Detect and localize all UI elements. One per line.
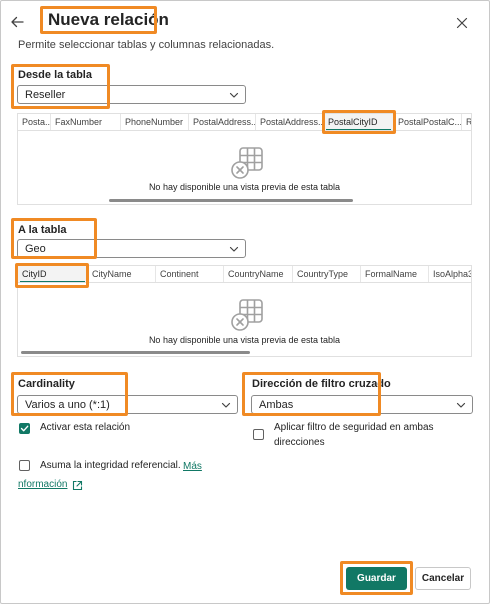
cardinality-label: Cardinality bbox=[18, 378, 75, 390]
arrow-left-icon bbox=[11, 16, 24, 28]
column-header-selected[interactable]: CityID bbox=[18, 266, 88, 282]
cardinality-value: Varios a uno (*:1) bbox=[25, 398, 110, 411]
to-table-preview: CityID CityName Continent CountryName Co… bbox=[17, 265, 472, 357]
table-error-icon bbox=[231, 299, 263, 331]
from-table-empty-message: No hay disponible una vista previa de es… bbox=[148, 182, 341, 192]
dialog-title: Nueva relación bbox=[48, 10, 169, 29]
cross-filter-dropdown[interactable]: Ambas bbox=[251, 395, 473, 414]
close-button[interactable] bbox=[452, 13, 472, 33]
column-header[interactable]: CountryName bbox=[224, 266, 293, 282]
column-header[interactable]: PostalAddress... bbox=[256, 114, 324, 130]
to-table-label: A la tabla bbox=[18, 224, 67, 236]
column-header[interactable]: CityName bbox=[88, 266, 156, 282]
column-header[interactable]: PostalAddress... bbox=[189, 114, 256, 130]
chevron-down-icon bbox=[229, 92, 239, 98]
back-button[interactable] bbox=[7, 12, 27, 32]
column-header[interactable]: PostalPostalC... bbox=[394, 114, 462, 130]
chevron-down-icon bbox=[229, 246, 239, 252]
cardinality-dropdown[interactable]: Varios a uno (*:1) bbox=[17, 395, 238, 414]
save-button[interactable]: Guardar bbox=[346, 567, 407, 590]
chevron-down-icon bbox=[456, 402, 466, 408]
chevron-down-icon bbox=[221, 402, 231, 408]
close-icon bbox=[456, 17, 468, 29]
column-header[interactable]: CountryType bbox=[293, 266, 361, 282]
column-header[interactable]: IsoAlpha3 bbox=[429, 266, 471, 282]
column-header[interactable]: PhoneNumber bbox=[121, 114, 189, 130]
security-filter-label-line1: Aplicar filtro de seguridad en ambas bbox=[274, 422, 434, 433]
more-info-link-part1[interactable]: Más bbox=[183, 461, 202, 472]
to-table-empty-message: No hay disponible una vista previa de es… bbox=[148, 335, 341, 345]
security-filter-label-line2: direcciones bbox=[274, 437, 325, 448]
activate-relationship-label: Activar esta relación bbox=[40, 422, 131, 433]
column-header[interactable]: Continent bbox=[156, 266, 224, 282]
column-header[interactable]: Posta... bbox=[18, 114, 51, 130]
external-link-icon[interactable] bbox=[72, 480, 83, 491]
from-table-preview: Posta... FaxNumber PhoneNumber PostalAdd… bbox=[17, 113, 472, 205]
column-header[interactable]: FaxNumber bbox=[51, 114, 121, 130]
column-header-selected[interactable]: PostalCityID bbox=[324, 114, 394, 130]
cancel-button[interactable]: Cancelar bbox=[415, 567, 471, 590]
dialog: Nueva relación Permite seleccionar tabla… bbox=[0, 0, 490, 604]
referential-integrity-checkbox[interactable] bbox=[19, 460, 30, 471]
more-info-link-part2[interactable]: nformación bbox=[18, 479, 67, 490]
checkmark-icon bbox=[20, 425, 29, 432]
table-error-icon bbox=[231, 147, 263, 179]
from-table-label: Desde la tabla bbox=[18, 69, 92, 81]
to-table-value: Geo bbox=[25, 242, 46, 255]
from-table-columns: Posta... FaxNumber PhoneNumber PostalAdd… bbox=[18, 114, 471, 131]
from-table-value: Reseller bbox=[25, 88, 66, 101]
horizontal-scrollbar[interactable] bbox=[109, 199, 353, 202]
activate-relationship-checkbox[interactable] bbox=[19, 423, 30, 434]
cross-filter-label: Dirección de filtro cruzado bbox=[252, 378, 391, 390]
cross-filter-value: Ambas bbox=[259, 398, 294, 411]
dialog-subtitle: Permite seleccionar tablas y columnas re… bbox=[18, 39, 275, 51]
referential-integrity-label: Asuma la integridad referencial. bbox=[40, 460, 181, 471]
to-table-columns: CityID CityName Continent CountryName Co… bbox=[18, 266, 471, 283]
from-table-dropdown[interactable]: Reseller bbox=[17, 85, 246, 104]
column-header[interactable]: FormalName bbox=[361, 266, 429, 282]
horizontal-scrollbar[interactable] bbox=[21, 351, 250, 354]
to-table-dropdown[interactable]: Geo bbox=[17, 239, 246, 258]
column-header[interactable]: Re bbox=[462, 114, 471, 130]
security-filter-checkbox[interactable] bbox=[253, 429, 264, 440]
